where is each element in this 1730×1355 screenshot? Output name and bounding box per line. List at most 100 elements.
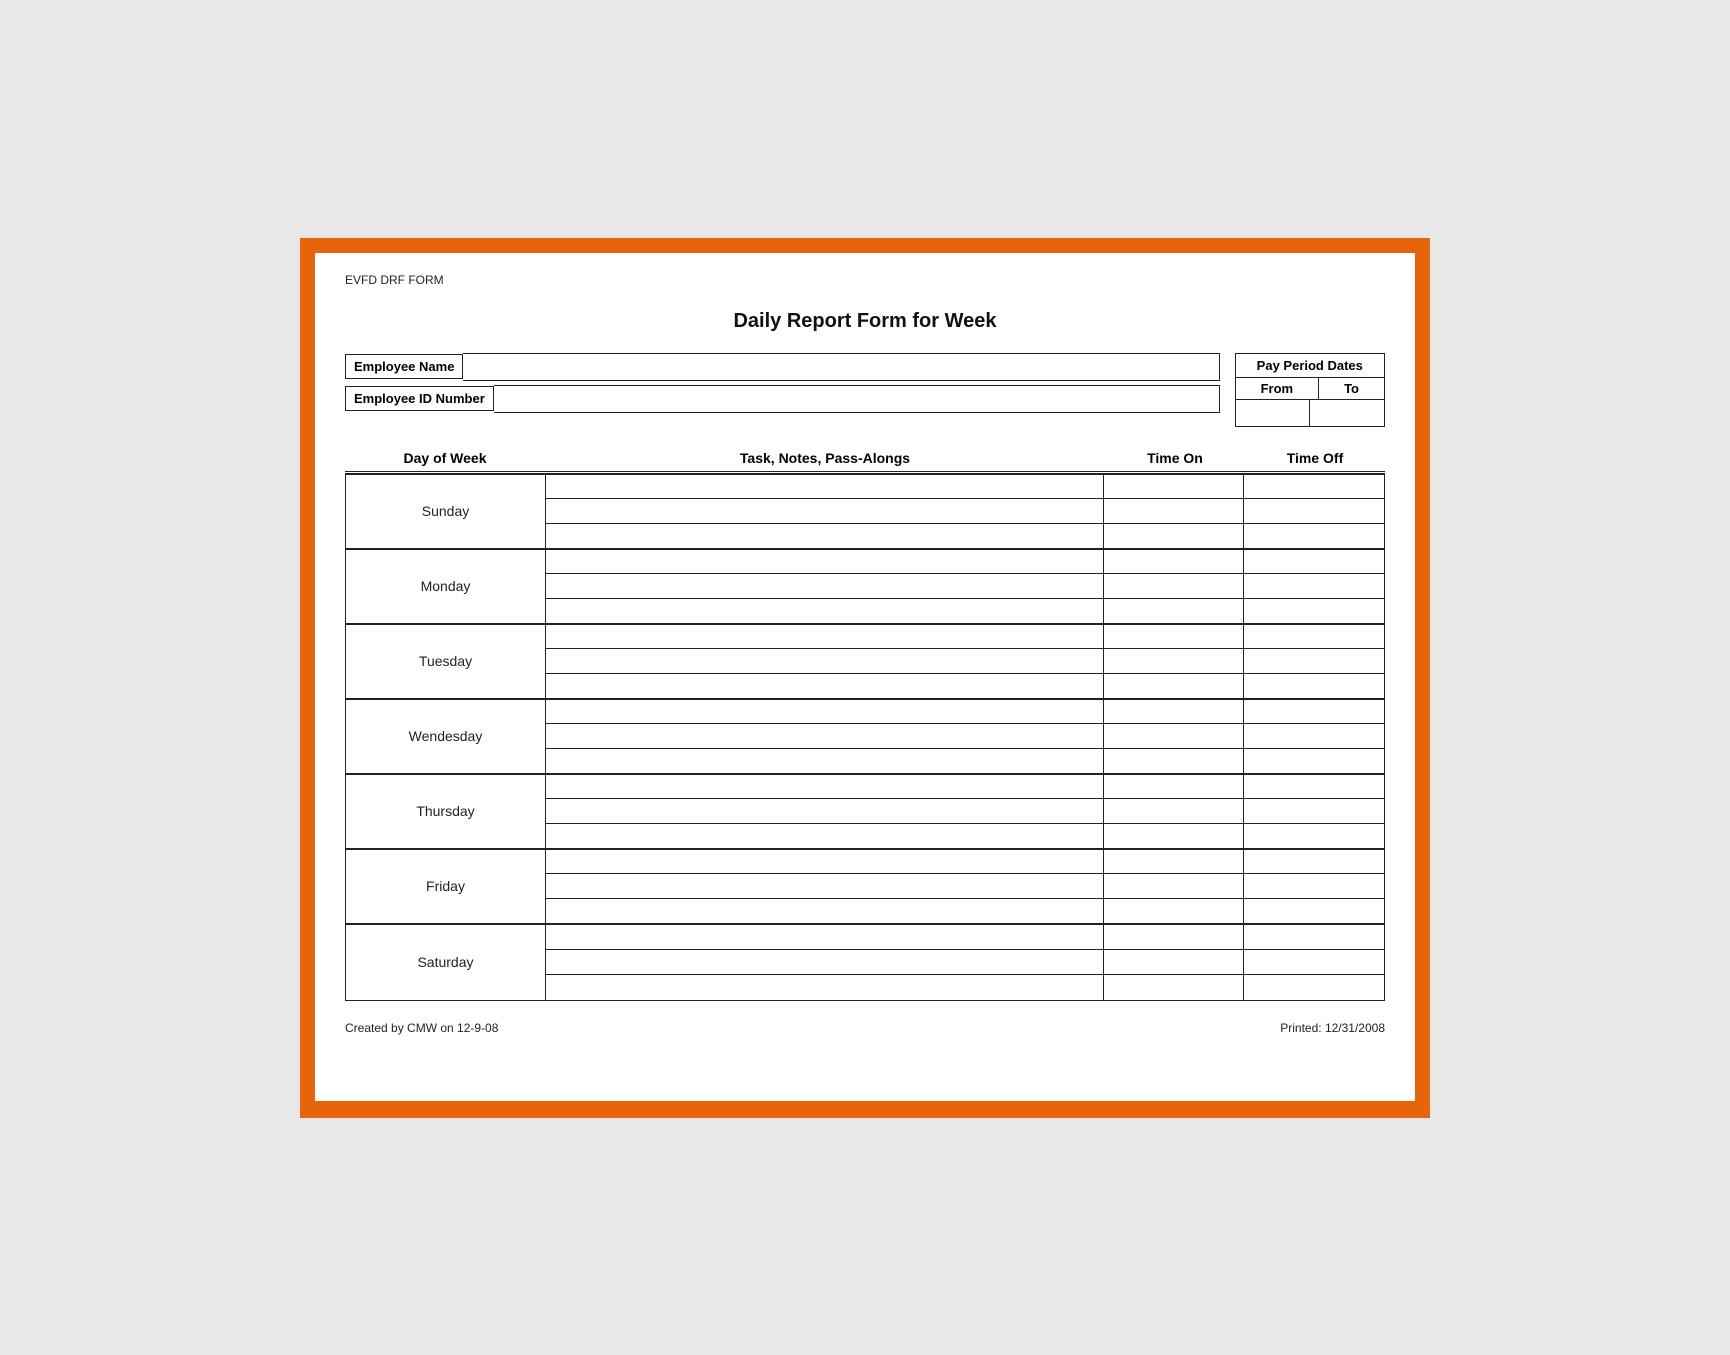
- employee-id-input[interactable]: [494, 385, 1220, 413]
- col-header-tasks: Task, Notes, Pass-Alongs: [545, 450, 1105, 466]
- time-off-line[interactable]: [1244, 524, 1384, 548]
- time-on-line[interactable]: [1104, 824, 1243, 848]
- tasks-line[interactable]: [546, 925, 1103, 950]
- tasks-line[interactable]: [546, 775, 1103, 800]
- time-off-line[interactable]: [1244, 975, 1384, 999]
- time-on-line[interactable]: [1104, 775, 1243, 800]
- time-on-cell-friday[interactable]: [1104, 850, 1244, 923]
- time-on-line[interactable]: [1104, 950, 1243, 975]
- time-on-cell-thursday[interactable]: [1104, 775, 1244, 848]
- tasks-line[interactable]: [546, 475, 1103, 500]
- time-on-line[interactable]: [1104, 975, 1243, 999]
- employee-id-label: Employee ID Number: [345, 386, 494, 411]
- time-off-line[interactable]: [1244, 475, 1384, 500]
- time-off-line[interactable]: [1244, 599, 1384, 623]
- time-off-cell-monday[interactable]: [1244, 550, 1384, 623]
- time-off-line[interactable]: [1244, 874, 1384, 899]
- time-off-cell-wendesday[interactable]: [1244, 700, 1384, 773]
- time-on-line[interactable]: [1104, 749, 1243, 773]
- time-off-line[interactable]: [1244, 550, 1384, 575]
- employee-name-input[interactable]: [463, 353, 1219, 381]
- time-on-cell-saturday[interactable]: [1104, 925, 1244, 1000]
- tasks-line[interactable]: [546, 899, 1103, 923]
- time-on-cell-wendesday[interactable]: [1104, 700, 1244, 773]
- day-row: Monday: [346, 550, 1384, 625]
- tasks-line[interactable]: [546, 700, 1103, 725]
- tasks-cell-tuesday[interactable]: [546, 625, 1104, 698]
- pay-period-section: Pay Period Dates From To: [1235, 353, 1385, 427]
- time-off-cell-thursday[interactable]: [1244, 775, 1384, 848]
- time-on-line[interactable]: [1104, 874, 1243, 899]
- time-off-cell-saturday[interactable]: [1244, 925, 1384, 1000]
- watermark-label: EVFD DRF FORM: [345, 273, 1385, 287]
- time-on-cell-sunday[interactable]: [1104, 475, 1244, 548]
- tasks-line[interactable]: [546, 499, 1103, 524]
- tasks-line[interactable]: [546, 724, 1103, 749]
- time-off-line[interactable]: [1244, 674, 1384, 698]
- time-on-line[interactable]: [1104, 524, 1243, 548]
- time-on-line[interactable]: [1104, 625, 1243, 650]
- time-off-line[interactable]: [1244, 775, 1384, 800]
- tasks-line[interactable]: [546, 649, 1103, 674]
- tasks-line[interactable]: [546, 874, 1103, 899]
- time-off-line[interactable]: [1244, 749, 1384, 773]
- tasks-cell-thursday[interactable]: [546, 775, 1104, 848]
- tasks-cell-wendesday[interactable]: [546, 700, 1104, 773]
- time-on-line[interactable]: [1104, 799, 1243, 824]
- tasks-line[interactable]: [546, 550, 1103, 575]
- tasks-line[interactable]: [546, 625, 1103, 650]
- title-section: Daily Report Form for Week: [345, 310, 1385, 333]
- tasks-line[interactable]: [546, 599, 1103, 623]
- pay-period-cols: From To: [1236, 378, 1384, 399]
- tasks-line[interactable]: [546, 524, 1103, 548]
- time-off-line[interactable]: [1244, 574, 1384, 599]
- time-off-line[interactable]: [1244, 625, 1384, 650]
- time-off-line[interactable]: [1244, 700, 1384, 725]
- time-on-cell-monday[interactable]: [1104, 550, 1244, 623]
- time-off-line[interactable]: [1244, 950, 1384, 975]
- footer: Created by CMW on 12-9-08 Printed: 12/31…: [345, 1021, 1385, 1035]
- time-on-cell-tuesday[interactable]: [1104, 625, 1244, 698]
- time-off-line[interactable]: [1244, 799, 1384, 824]
- time-on-line[interactable]: [1104, 649, 1243, 674]
- time-off-line[interactable]: [1244, 850, 1384, 875]
- tasks-line[interactable]: [546, 749, 1103, 773]
- time-off-line[interactable]: [1244, 824, 1384, 848]
- tasks-line[interactable]: [546, 574, 1103, 599]
- time-on-line[interactable]: [1104, 899, 1243, 923]
- time-on-line[interactable]: [1104, 574, 1243, 599]
- day-rows-container: Sunday Monday: [345, 474, 1385, 1001]
- time-on-line[interactable]: [1104, 674, 1243, 698]
- tasks-line[interactable]: [546, 950, 1103, 975]
- time-on-line[interactable]: [1104, 850, 1243, 875]
- tasks-line[interactable]: [546, 850, 1103, 875]
- time-on-line[interactable]: [1104, 599, 1243, 623]
- time-off-line[interactable]: [1244, 925, 1384, 950]
- tasks-line[interactable]: [546, 674, 1103, 698]
- form-title: Daily Report Form for Week: [345, 310, 1385, 333]
- time-on-line[interactable]: [1104, 925, 1243, 950]
- tasks-line[interactable]: [546, 824, 1103, 848]
- time-on-line[interactable]: [1104, 700, 1243, 725]
- time-off-line[interactable]: [1244, 899, 1384, 923]
- tasks-cell-saturday[interactable]: [546, 925, 1104, 1000]
- tasks-cell-friday[interactable]: [546, 850, 1104, 923]
- pay-from-input[interactable]: [1236, 400, 1311, 426]
- tasks-line[interactable]: [546, 975, 1103, 999]
- time-off-cell-tuesday[interactable]: [1244, 625, 1384, 698]
- time-on-line[interactable]: [1104, 724, 1243, 749]
- tasks-cell-monday[interactable]: [546, 550, 1104, 623]
- time-off-line[interactable]: [1244, 649, 1384, 674]
- time-off-cell-sunday[interactable]: [1244, 475, 1384, 548]
- time-off-line[interactable]: [1244, 724, 1384, 749]
- time-on-line[interactable]: [1104, 550, 1243, 575]
- employee-section: Employee Name Employee ID Number: [345, 353, 1220, 417]
- time-on-line[interactable]: [1104, 499, 1243, 524]
- tasks-line[interactable]: [546, 799, 1103, 824]
- time-off-line[interactable]: [1244, 499, 1384, 524]
- time-on-line[interactable]: [1104, 475, 1243, 500]
- time-off-cell-friday[interactable]: [1244, 850, 1384, 923]
- tasks-cell-sunday[interactable]: [546, 475, 1104, 548]
- day-label: Tuesday: [346, 625, 546, 698]
- pay-to-input[interactable]: [1310, 400, 1384, 426]
